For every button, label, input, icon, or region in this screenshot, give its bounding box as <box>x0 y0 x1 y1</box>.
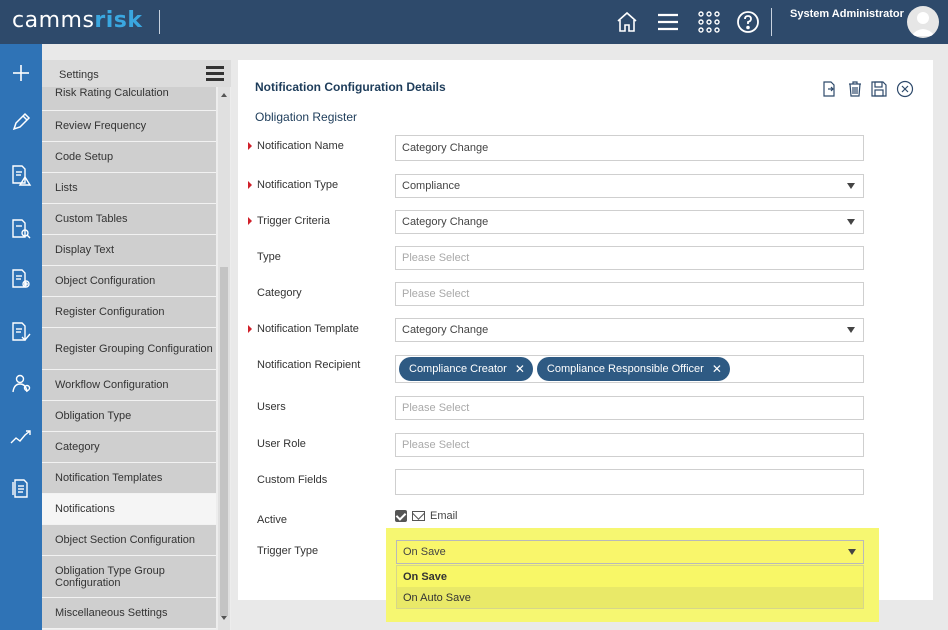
trigger-type-select[interactable]: On Save <box>396 540 864 564</box>
chevron-down-icon[interactable] <box>839 211 863 233</box>
menu-icon[interactable] <box>206 66 224 82</box>
scrollbar[interactable] <box>218 87 230 630</box>
report-document-icon[interactable] <box>9 476 33 500</box>
checklist-document-icon[interactable] <box>9 320 33 344</box>
custom-fields-input[interactable] <box>395 469 864 495</box>
trigger-criteria-select[interactable]: Category Change <box>395 210 864 234</box>
export-icon[interactable] <box>820 80 838 98</box>
scroll-thumb[interactable] <box>220 267 228 616</box>
section-title: Obligation Register <box>255 110 358 124</box>
settings-item[interactable]: Risk Rating Calculation <box>42 87 216 111</box>
settings-item[interactable]: Workflow Configuration <box>42 370 216 401</box>
trigger-type-label: Trigger Type <box>257 545 319 557</box>
settings-item[interactable]: Object Section Configuration <box>42 525 216 556</box>
search-document-icon[interactable] <box>9 217 33 241</box>
users-input[interactable]: Please Select <box>395 396 864 420</box>
email-checkbox-row[interactable]: Email <box>395 510 458 522</box>
plus-icon[interactable] <box>9 61 33 85</box>
settings-item[interactable]: Miscellaneous Settings <box>42 598 216 629</box>
apps-grid-icon[interactable] <box>697 10 721 34</box>
close-icon[interactable] <box>896 80 914 98</box>
required-marker <box>248 325 252 333</box>
app-logo[interactable]: cammsrisk <box>12 8 143 33</box>
users-label: Users <box>257 401 286 413</box>
chevron-down-icon[interactable] <box>841 541 863 563</box>
settings-title: Settings <box>59 69 99 81</box>
settings-item[interactable]: Category <box>42 432 216 463</box>
settings-item[interactable]: Code Setup <box>42 142 216 173</box>
notification-template-label: Notification Template <box>257 323 359 335</box>
category-input[interactable]: Please Select <box>395 282 864 306</box>
trigger-type-menu: On Save On Auto Save <box>396 565 864 609</box>
settings-item[interactable]: Review Frequency <box>42 111 216 142</box>
people-icon[interactable] <box>9 372 33 396</box>
scroll-up-icon[interactable] <box>221 93 227 97</box>
settings-item-active[interactable]: Notifications <box>42 494 216 525</box>
divider <box>771 8 772 36</box>
notification-config-card: Notification Configuration Details Oblig… <box>238 60 933 600</box>
notification-type-select[interactable]: Compliance <box>395 174 864 198</box>
settings-panel: Settings Risk Rating Calculation Review … <box>42 60 231 630</box>
notification-recipient-tags[interactable]: Compliance Creator ✕ Compliance Responsi… <box>395 355 864 383</box>
trigger-criteria-label: Trigger Criteria <box>257 215 330 227</box>
settings-item[interactable]: Register Configuration <box>42 297 216 328</box>
settings-item[interactable]: Object Configuration <box>42 266 216 297</box>
settings-item[interactable]: Obligation Type <box>42 401 216 432</box>
avatar[interactable] <box>907 6 939 38</box>
settings-item[interactable]: Display Text <box>42 235 216 266</box>
settings-item[interactable]: Obligation Type Group Configuration <box>42 556 216 598</box>
category-label: Category <box>257 287 302 299</box>
help-icon[interactable] <box>736 10 760 34</box>
custom-fields-label: Custom Fields <box>257 474 328 486</box>
scroll-down-icon[interactable] <box>221 616 227 620</box>
settings-list: Risk Rating Calculation Review Frequency… <box>42 87 216 629</box>
settings-item[interactable]: Lists <box>42 173 216 204</box>
home-icon[interactable] <box>615 10 639 34</box>
left-rail <box>0 44 42 630</box>
settings-item[interactable]: Register Grouping Configuration <box>42 328 216 370</box>
notification-recipient-label: Notification Recipient <box>257 359 361 371</box>
notification-template-select[interactable]: Category Change <box>395 318 864 342</box>
top-bar: cammsrisk System Administrator <box>0 0 948 44</box>
notification-name-input[interactable]: Category Change <box>395 135 864 161</box>
page-title: Notification Configuration Details <box>255 80 446 94</box>
trigger-type-option[interactable]: On Auto Save <box>397 587 863 608</box>
notification-name-label: Notification Name <box>257 140 344 152</box>
health-document-icon[interactable] <box>9 267 33 291</box>
required-marker <box>248 142 252 150</box>
envelope-icon <box>412 511 425 521</box>
recipient-tag: Compliance Responsible Officer ✕ <box>536 357 730 381</box>
trash-icon[interactable] <box>846 80 864 98</box>
active-label: Active <box>257 514 287 526</box>
recipient-tag: Compliance Creator ✕ <box>399 357 533 381</box>
remove-tag-icon[interactable]: ✕ <box>515 363 525 375</box>
username[interactable]: System Administrator <box>790 8 904 20</box>
trigger-type-option[interactable]: On Save <box>397 566 863 587</box>
type-input[interactable]: Please Select <box>395 246 864 270</box>
risk-document-icon[interactable] <box>9 163 33 187</box>
type-label: Type <box>257 251 281 263</box>
divider <box>159 10 160 34</box>
settings-item[interactable]: Custom Tables <box>42 204 216 235</box>
settings-item[interactable]: Notification Templates <box>42 463 216 494</box>
settings-header: Settings <box>42 60 231 87</box>
chevron-down-icon[interactable] <box>839 319 863 341</box>
trend-icon[interactable] <box>9 425 33 449</box>
chevron-down-icon[interactable] <box>839 175 863 197</box>
required-marker <box>248 181 252 189</box>
menu-icon[interactable] <box>656 10 680 34</box>
remove-tag-icon[interactable]: ✕ <box>712 363 722 375</box>
email-checkbox[interactable] <box>395 510 407 522</box>
notification-type-label: Notification Type <box>257 179 339 191</box>
required-marker <box>248 217 252 225</box>
email-checkbox-label: Email <box>430 510 458 522</box>
save-icon[interactable] <box>870 80 888 98</box>
user-role-label: User Role <box>257 438 306 450</box>
pencil-icon[interactable] <box>9 110 33 134</box>
user-role-input[interactable]: Please Select <box>395 433 864 457</box>
